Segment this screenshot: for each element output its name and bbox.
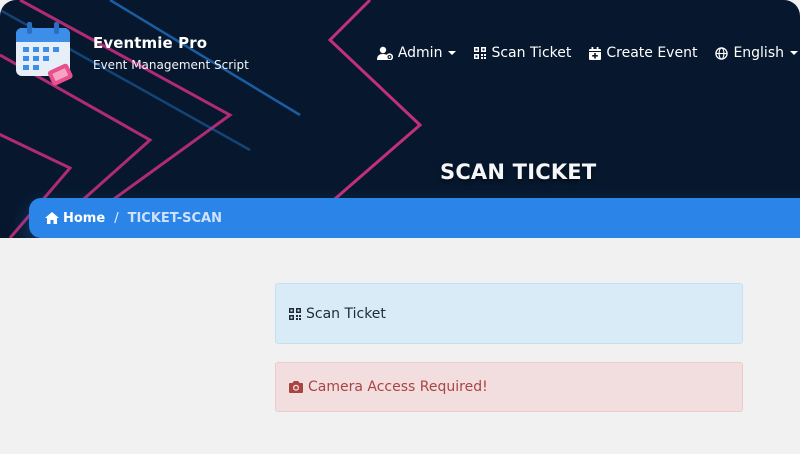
page-title: SCAN TICKET [440,160,597,184]
nav-admin[interactable]: Admin [376,45,457,61]
qrcode-icon [289,307,301,320]
nav-create-event[interactable]: Create Event [589,45,697,61]
nav-language-label: English [733,45,784,61]
nav-create-event-label: Create Event [606,45,698,61]
brand-title: Eventmie Pro [93,34,208,52]
breadcrumb-home[interactable]: Home [45,211,105,226]
nav-scan-ticket[interactable]: Scan Ticket [474,45,571,61]
qrcode-icon [474,47,487,59]
globe-icon [715,46,729,60]
nav-admin-label: Admin [397,45,443,61]
nav-scan-ticket-label: Scan Ticket [491,45,572,61]
brand[interactable]: Eventmie Pro Event Management Script [14,18,249,88]
hero-header: Eventmie Pro Event Management Script Adm… [0,0,800,238]
camera-icon [289,381,303,393]
app-frame: Eventmie Pro Event Management Script Adm… [0,0,800,454]
calendar-ticket-icon [14,18,78,88]
main-nav: Admin Scan Ticket Create Event English [376,45,798,61]
breadcrumb: Home / TICKET-SCAN [29,198,800,238]
breadcrumb-current: TICKET-SCAN [127,210,222,226]
breadcrumb-home-label: Home [63,210,106,226]
camera-access-alert: Camera Access Required! [275,362,743,412]
nav-language[interactable]: English [715,45,798,61]
scan-ticket-panel: Scan Ticket [275,283,743,344]
chevron-down-icon [790,51,798,55]
calendar-plus-icon [589,46,602,60]
brand-text: Eventmie Pro Event Management Script [93,34,249,72]
brand-subtitle: Event Management Script [93,58,249,72]
breadcrumb-separator: / [114,210,119,226]
scan-ticket-panel-label: Scan Ticket [306,305,386,322]
chevron-down-icon [448,51,457,55]
home-icon [45,212,59,224]
camera-access-message: Camera Access Required! [308,379,488,395]
user-gear-icon [376,46,393,60]
